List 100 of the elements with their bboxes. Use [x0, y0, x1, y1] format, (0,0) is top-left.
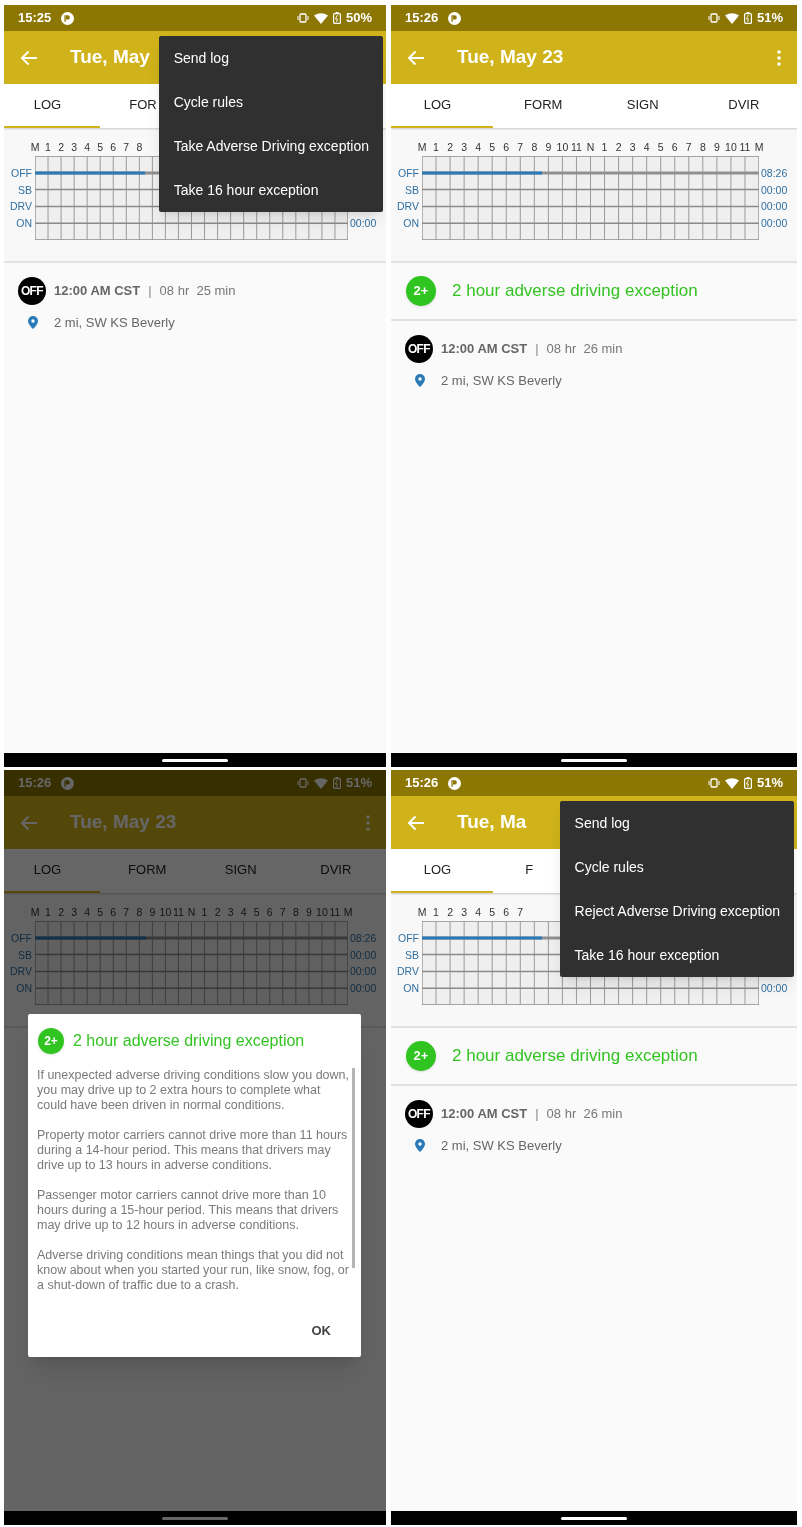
hour-label: 4 — [240, 905, 247, 919]
entry-duration: 08 hr 26 min — [546, 1105, 623, 1124]
status-total: 00:00 — [761, 183, 788, 196]
status-badge: OFF — [18, 277, 46, 305]
hour-label: 7 — [517, 905, 524, 919]
dialog-paragraph: Property motor carriers cannot drive more than 11 hours during a 14-hour period. This means that drivers may drive up to 13 hours in adverse conditions. — [37, 1128, 349, 1173]
hour-label: 2 — [447, 905, 453, 919]
more-options-icon[interactable] — [777, 49, 781, 66]
wifi-icon — [313, 777, 328, 789]
ok-button[interactable]: OK — [299, 1315, 343, 1347]
menu-item[interactable]: Reject Adverse Driving exception — [559, 889, 794, 933]
tab[interactable]: FORM — [492, 84, 594, 128]
vibrate-icon — [296, 778, 309, 788]
status-row-label: DRV — [10, 200, 32, 213]
status-row-label: ON — [16, 982, 32, 995]
app-logo-icon — [61, 776, 75, 790]
more-options-icon[interactable] — [366, 814, 370, 831]
hour-label: 4 — [475, 905, 482, 919]
hour-label: 10 — [725, 140, 737, 154]
tab[interactable]: DVIR — [695, 84, 797, 128]
home-handle[interactable] — [561, 1516, 627, 1520]
status-row-label: SB — [405, 948, 419, 961]
exception-label: 2 hour adverse driving exception — [452, 1045, 698, 1068]
hour-label: 1 — [433, 905, 439, 919]
entry-time: 12:00 AM CST — [441, 1105, 528, 1124]
entry-separator: | — [535, 340, 539, 359]
battery-percent: 51% — [756, 774, 783, 793]
vibrate-icon — [707, 778, 720, 788]
home-handle[interactable] — [162, 758, 228, 762]
hour-label: 11 — [173, 905, 184, 919]
hour-label: 4 — [643, 140, 650, 154]
dialog-paragraph: Adverse driving conditions mean things that you did not know about when you started your run, like snow, fog, or a shut-down of traffic due to a crash. — [37, 1248, 349, 1293]
status-row-label: ON — [16, 217, 32, 230]
status-row-label: OFF — [11, 166, 32, 179]
home-handle[interactable] — [162, 1516, 228, 1520]
back-arrow-icon[interactable] — [407, 814, 425, 831]
vibrate-icon — [296, 13, 309, 23]
home-handle[interactable] — [561, 758, 627, 762]
hour-label: 8 — [292, 905, 299, 919]
hour-label: 5 — [657, 140, 664, 154]
back-arrow-icon[interactable] — [20, 814, 38, 831]
hour-label: 7 — [279, 905, 286, 919]
hour-label: 3 — [71, 140, 78, 154]
battery-icon — [332, 12, 341, 24]
hour-label: 7 — [123, 140, 130, 154]
hour-label: 5 — [489, 140, 496, 154]
entry-location: 2 mi, SW KS Beverly — [441, 1137, 562, 1155]
status-row-label: ON — [403, 217, 419, 230]
hour-label: 11 — [329, 905, 341, 919]
hour-label: 8 — [136, 905, 143, 919]
tab[interactable]: SIGN — [594, 84, 696, 128]
hour-label: 5 — [97, 905, 104, 919]
hour-label: 6 — [671, 140, 678, 154]
hour-label: N — [586, 140, 595, 154]
entry-duration: 08 hr 26 min — [546, 340, 623, 359]
hour-label: 11 — [571, 140, 582, 154]
hour-label: 7 — [123, 905, 130, 919]
status-total: 00:00 — [350, 217, 377, 230]
menu-item[interactable]: Take 16 hour exception — [158, 168, 383, 212]
menu-item[interactable]: Take Adverse Driving exception — [158, 124, 383, 168]
vibrate-icon — [707, 13, 720, 23]
status-total: 00:00 — [761, 982, 788, 995]
hour-label: 10 — [316, 905, 328, 919]
menu-item[interactable]: Cycle rules — [559, 845, 794, 889]
hour-label: 9 — [305, 905, 312, 919]
hour-label: 2 — [214, 905, 221, 919]
status-total: 00:00 — [350, 965, 377, 978]
menu-item[interactable]: Cycle rules — [158, 80, 383, 124]
dialog-paragraph: If unexpected adverse driving conditions slow you down, you may drive up to 2 extra hours to complete what could have been driven in normal conditions. — [37, 1068, 349, 1113]
status-total: 00:00 — [761, 200, 788, 213]
location-pin-icon — [28, 316, 38, 330]
menu-item[interactable]: Send log — [559, 801, 794, 845]
dialog-paragraph: Passenger motor carriers cannot drive more than 10 hours during a 15-hour period. This means that drivers may drive up to 12 hours in adverse conditions. — [37, 1188, 340, 1233]
location-pin-icon — [415, 374, 425, 388]
app-bar-title: Tue, Ma — [457, 810, 527, 835]
hour-label: 2 — [615, 140, 622, 154]
hour-label: 1 — [45, 140, 51, 154]
hour-label: 7 — [517, 140, 524, 154]
battery-percent: 51% — [756, 9, 783, 28]
menu-item[interactable]: Take 16 hour exception — [559, 933, 794, 977]
hour-label: 5 — [253, 905, 260, 919]
entry-location: 2 mi, SW KS Beverly — [54, 314, 175, 332]
back-arrow-icon[interactable] — [20, 49, 38, 66]
exception-badge: 2+ — [38, 1028, 64, 1054]
app-logo-icon — [61, 11, 75, 25]
hour-label: 8 — [136, 140, 143, 154]
hour-label: 8 — [699, 140, 706, 154]
hour-label: 6 — [503, 905, 510, 919]
hour-label: 10 — [556, 140, 569, 154]
status-row-label: DRV — [10, 965, 32, 978]
hour-label: 1 — [45, 905, 51, 919]
wifi-icon — [724, 12, 739, 24]
entry-time: 12:00 AM CST — [54, 282, 141, 301]
hour-label: 3 — [461, 905, 468, 919]
menu-item[interactable]: Send log — [158, 36, 383, 80]
hour-label: 7 — [685, 140, 692, 154]
status-row-label: SB — [405, 183, 419, 196]
battery-percent: 50% — [345, 9, 372, 28]
back-arrow-icon[interactable] — [407, 49, 425, 66]
status-total: 08:26 — [350, 931, 377, 944]
